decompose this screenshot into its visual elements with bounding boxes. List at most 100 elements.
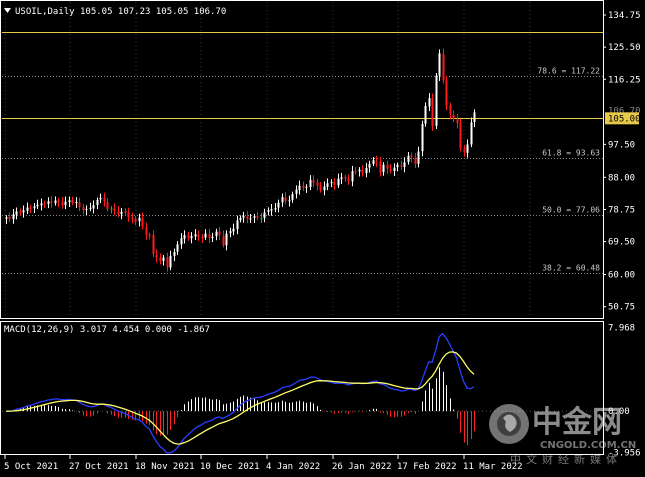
candle-body — [305, 186, 308, 188]
price-tick-label: 50.75 — [608, 303, 635, 313]
candle-body — [208, 234, 211, 239]
candle-body — [344, 176, 347, 179]
candle-body — [330, 182, 333, 184]
macd-tick-label: 7.968 — [608, 324, 635, 334]
candle-body — [389, 169, 392, 172]
candle-body — [326, 183, 329, 187]
candle-body — [347, 178, 350, 181]
candle-body — [256, 216, 259, 218]
candle-body — [169, 255, 172, 268]
candle-body — [68, 200, 71, 203]
candle-body — [225, 233, 228, 246]
candle-body — [75, 202, 78, 204]
candle-body — [246, 216, 249, 220]
candle-body — [452, 114, 455, 120]
time-tick-label: 17 Feb 2022 — [397, 462, 457, 472]
candle-body — [29, 207, 32, 209]
candle-body — [190, 236, 193, 239]
candle-body — [47, 201, 50, 204]
symbol-header: USOIL,Daily 105.05 107.23 105.05 106.70 — [4, 7, 226, 17]
candle-body — [201, 236, 204, 238]
candle-body — [103, 198, 106, 202]
candle-body — [152, 234, 155, 255]
candle-body — [337, 178, 340, 186]
price-tick-label: 78.75 — [608, 205, 635, 215]
candle-body — [414, 157, 417, 164]
candle-body — [260, 217, 263, 219]
time-tick-label: 27 Oct 2021 — [69, 462, 129, 472]
candle-body — [312, 180, 315, 183]
candle-body — [365, 167, 368, 174]
candle-body — [459, 122, 462, 149]
fib-level-label: 61.8 = 93.63 — [542, 149, 600, 158]
candle-body — [354, 170, 357, 172]
candle-body — [64, 201, 67, 206]
candle-body — [57, 200, 60, 203]
candle-body — [358, 169, 361, 172]
candle-body — [166, 257, 169, 267]
candle-body — [12, 214, 15, 220]
candle-body — [71, 199, 74, 204]
candle-body — [424, 105, 427, 124]
candle-body — [407, 155, 410, 163]
candle-body — [393, 167, 396, 172]
candle-body — [438, 53, 441, 76]
time-axis: 5 Oct 2021 27 Oct 2021 18 Nov 2021 10 Dec 2… — [4, 455, 523, 472]
candle-body — [127, 212, 130, 217]
candle-body — [396, 164, 399, 168]
candle-body — [421, 123, 424, 152]
fib-level-label: 78.6 = 117.22 — [537, 67, 600, 76]
candle-body — [61, 201, 64, 205]
candle-body — [110, 208, 113, 210]
candle-body — [131, 217, 134, 220]
time-tick-label: 5 Oct 2021 — [4, 462, 58, 472]
candle-body — [284, 197, 287, 201]
candle-body — [50, 201, 53, 203]
watermark-tagline: 中文财经新媒体 — [510, 452, 622, 466]
candle-body — [180, 238, 183, 245]
candle-body — [26, 207, 29, 211]
candle-body — [410, 155, 413, 158]
price-tick-label: 97.50 — [608, 140, 635, 150]
candle-body — [162, 257, 165, 261]
price-tick-label: 60.00 — [608, 271, 635, 281]
candle-body — [473, 112, 476, 122]
candle-body — [218, 231, 221, 236]
candle-body — [368, 164, 371, 168]
candle-body — [340, 177, 343, 179]
candle-body — [211, 236, 214, 239]
candle-body — [470, 122, 473, 145]
candle-body — [298, 185, 301, 191]
candle-body — [372, 160, 375, 164]
candle-body — [159, 257, 162, 262]
candle-body — [445, 80, 448, 106]
candle-body — [43, 203, 46, 205]
candle-body — [96, 199, 99, 206]
watermark-domain: CNGOLD.COM.CN — [540, 440, 636, 451]
candle-body — [281, 197, 284, 203]
candle-body — [435, 75, 438, 126]
candle-body — [267, 210, 270, 212]
candle-body — [19, 211, 22, 213]
candle-body — [236, 220, 239, 230]
candle-body — [403, 162, 406, 168]
horizontal-levels: 78.6 = 117.22 61.8 = 93.63 50.0 = 77.06 38.… — [2, 32, 603, 274]
candle-body — [351, 171, 354, 182]
candle-body — [333, 182, 336, 186]
macd-label: MACD(12,26,9) 3.017 4.454 0.000 -1.867 — [4, 325, 210, 335]
candle-body — [400, 165, 403, 167]
candle-body — [263, 212, 266, 218]
candle-body — [8, 216, 11, 220]
candle-body — [194, 234, 197, 237]
candle-body — [40, 203, 43, 206]
fib-level-label: 38.2 = 60.48 — [542, 264, 600, 273]
candle-body — [22, 210, 25, 213]
candle-body — [253, 216, 256, 218]
candle-body — [215, 231, 218, 237]
price-tick-label: 88.00 — [608, 173, 635, 183]
candle-body — [302, 185, 305, 189]
candle-body — [361, 170, 364, 173]
price-tick-label: 69.50 — [608, 238, 635, 248]
candle-body — [5, 217, 8, 219]
chart-canvas: 78.6 = 117.22 61.8 = 93.63 50.0 = 77.06 38.… — [0, 0, 641, 472]
